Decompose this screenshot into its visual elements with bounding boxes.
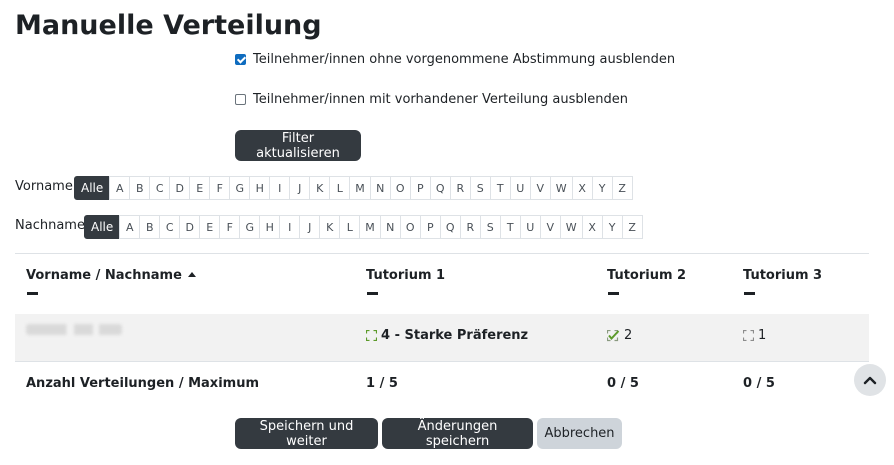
page-title: Manuelle Verteilung	[15, 10, 322, 41]
firstname-initial-z[interactable]: Z	[611, 176, 633, 200]
header-tutorium-3: Tutorium 3	[743, 268, 823, 283]
cancel-button[interactable]: Abbrechen	[537, 418, 622, 449]
firstname-initial-o[interactable]: O	[389, 176, 411, 200]
firstname-initial-h[interactable]: H	[249, 176, 271, 200]
firstname-initial-b[interactable]: B	[129, 176, 151, 200]
lastname-initial-b[interactable]: B	[139, 215, 161, 239]
firstname-initial-all[interactable]: Alle	[74, 176, 111, 200]
update-filter-button[interactable]: Filter aktualisieren	[235, 130, 361, 161]
firstname-initial-g[interactable]: G	[229, 176, 251, 200]
allocation-cell-tutorium-2[interactable]: 2	[607, 328, 632, 343]
lastname-initial-z[interactable]: Z	[621, 215, 643, 239]
lastname-initial-c[interactable]: C	[159, 215, 181, 239]
footer-label: Anzahl Verteilungen / Maximum	[26, 376, 259, 391]
firstname-initial-e[interactable]: E	[189, 176, 211, 200]
lastname-initial-j[interactable]: J	[299, 215, 321, 239]
focus-frame-icon	[366, 330, 377, 341]
collapse-name-icon[interactable]	[27, 292, 38, 295]
lastname-initial-p[interactable]: P	[419, 215, 441, 239]
firstname-initial-c[interactable]: C	[149, 176, 171, 200]
hide-no-vote-label: Teilnehmer/innen ohne vorgenommene Absti…	[253, 52, 676, 67]
save-and-continue-button[interactable]: Speichern und weiter	[235, 418, 378, 449]
lastname-initials-bar: Alle A B C D E F G H I J K L M N O P Q R S T U V W X Y Z	[84, 215, 643, 239]
firstname-initial-a[interactable]: A	[109, 176, 131, 200]
lastname-initial-k[interactable]: K	[319, 215, 341, 239]
check-frame-icon	[607, 329, 620, 341]
lastname-initial-e[interactable]: E	[199, 215, 221, 239]
rating-tutorium-3: 1	[758, 328, 767, 343]
filter-hide-no-vote[interactable]: Teilnehmer/innen ohne vorgenommene Absti…	[235, 52, 675, 67]
firstname-initial-s[interactable]: S	[469, 176, 491, 200]
firstname-initial-r[interactable]: R	[449, 176, 471, 200]
lastname-initial-w[interactable]: W	[559, 215, 583, 239]
lastname-initials-label: Nachname	[15, 218, 85, 233]
participant-name-redacted	[26, 324, 122, 335]
footer-count-tutorium-1: 1 / 5	[366, 376, 398, 391]
allocation-cell-tutorium-3[interactable]: 1	[743, 328, 766, 343]
lastname-initial-r[interactable]: R	[459, 215, 481, 239]
lastname-initial-v[interactable]: V	[539, 215, 561, 239]
hide-allocated-label: Teilnehmer/innen mit vorhandener Verteil…	[253, 92, 628, 107]
firstname-initial-w[interactable]: W	[549, 176, 573, 200]
firstname-initial-l[interactable]: L	[329, 176, 351, 200]
firstname-initial-f[interactable]: F	[209, 176, 231, 200]
footer-count-tutorium-3: 0 / 5	[743, 376, 775, 391]
table-top-border	[15, 253, 869, 254]
filter-hide-allocated[interactable]: Teilnehmer/innen mit vorhandener Verteil…	[235, 92, 628, 107]
firstname-initial-n[interactable]: N	[369, 176, 391, 200]
lastname-initial-x[interactable]: X	[581, 215, 603, 239]
firstname-initial-i[interactable]: I	[269, 176, 291, 200]
chevron-up-icon	[863, 376, 877, 385]
firstname-initial-p[interactable]: P	[409, 176, 431, 200]
lastname-initial-f[interactable]: F	[219, 215, 241, 239]
row-bottom-border	[15, 361, 869, 362]
firstname-initial-j[interactable]: J	[289, 176, 311, 200]
lastname-initial-n[interactable]: N	[379, 215, 401, 239]
header-tutorium-1: Tutorium 1	[366, 268, 446, 283]
lastname-initial-u[interactable]: U	[519, 215, 541, 239]
rating-tutorium-1: 4 - Starke Präferenz	[381, 328, 529, 343]
firstname-initial-y[interactable]: Y	[591, 176, 613, 200]
firstname-initials-bar: Alle A B C D E F G H I J K L M N O P Q R S T U V W X Y Z	[74, 176, 633, 200]
lastname-initial-o[interactable]: O	[399, 215, 421, 239]
lastname-initial-q[interactable]: Q	[439, 215, 461, 239]
lastname-initial-t[interactable]: T	[499, 215, 521, 239]
header-name[interactable]: Vorname / Nachname	[26, 268, 196, 283]
lastname-initial-a[interactable]: A	[119, 215, 141, 239]
hide-allocated-checkbox[interactable]	[235, 94, 246, 105]
focus-frame-icon	[743, 330, 754, 341]
collapse-tutorium-2-icon[interactable]	[608, 292, 619, 295]
footer-count-tutorium-2: 0 / 5	[607, 376, 639, 391]
header-tutorium-2: Tutorium 2	[607, 268, 687, 283]
firstname-initial-k[interactable]: K	[309, 176, 331, 200]
lastname-initial-l[interactable]: L	[339, 215, 361, 239]
back-to-top-button[interactable]	[854, 364, 886, 396]
lastname-initial-g[interactable]: G	[239, 215, 261, 239]
firstname-initial-q[interactable]: Q	[429, 176, 451, 200]
lastname-initial-m[interactable]: M	[359, 215, 381, 239]
header-name-label: Vorname / Nachname	[26, 268, 182, 283]
lastname-initial-h[interactable]: H	[259, 215, 281, 239]
hide-no-vote-checkbox[interactable]	[235, 54, 246, 65]
allocation-cell-tutorium-1[interactable]: 4 - Starke Präferenz	[366, 328, 528, 343]
save-changes-button[interactable]: Änderungen speichern	[382, 418, 533, 449]
firstname-initial-d[interactable]: D	[169, 176, 191, 200]
lastname-initial-s[interactable]: S	[479, 215, 501, 239]
lastname-initial-y[interactable]: Y	[601, 215, 623, 239]
lastname-initial-all[interactable]: Alle	[84, 215, 121, 239]
firstname-initial-t[interactable]: T	[489, 176, 511, 200]
sort-asc-icon	[187, 272, 196, 277]
lastname-initial-i[interactable]: I	[279, 215, 301, 239]
firstname-initial-v[interactable]: V	[529, 176, 551, 200]
firstname-initials-label: Vorname	[15, 179, 73, 194]
rating-tutorium-2: 2	[624, 328, 633, 343]
firstname-initial-m[interactable]: M	[349, 176, 371, 200]
collapse-tutorium-3-icon[interactable]	[744, 292, 755, 295]
firstname-initial-x[interactable]: X	[571, 176, 593, 200]
lastname-initial-d[interactable]: D	[179, 215, 201, 239]
collapse-tutorium-1-icon[interactable]	[367, 292, 378, 295]
firstname-initial-u[interactable]: U	[509, 176, 531, 200]
